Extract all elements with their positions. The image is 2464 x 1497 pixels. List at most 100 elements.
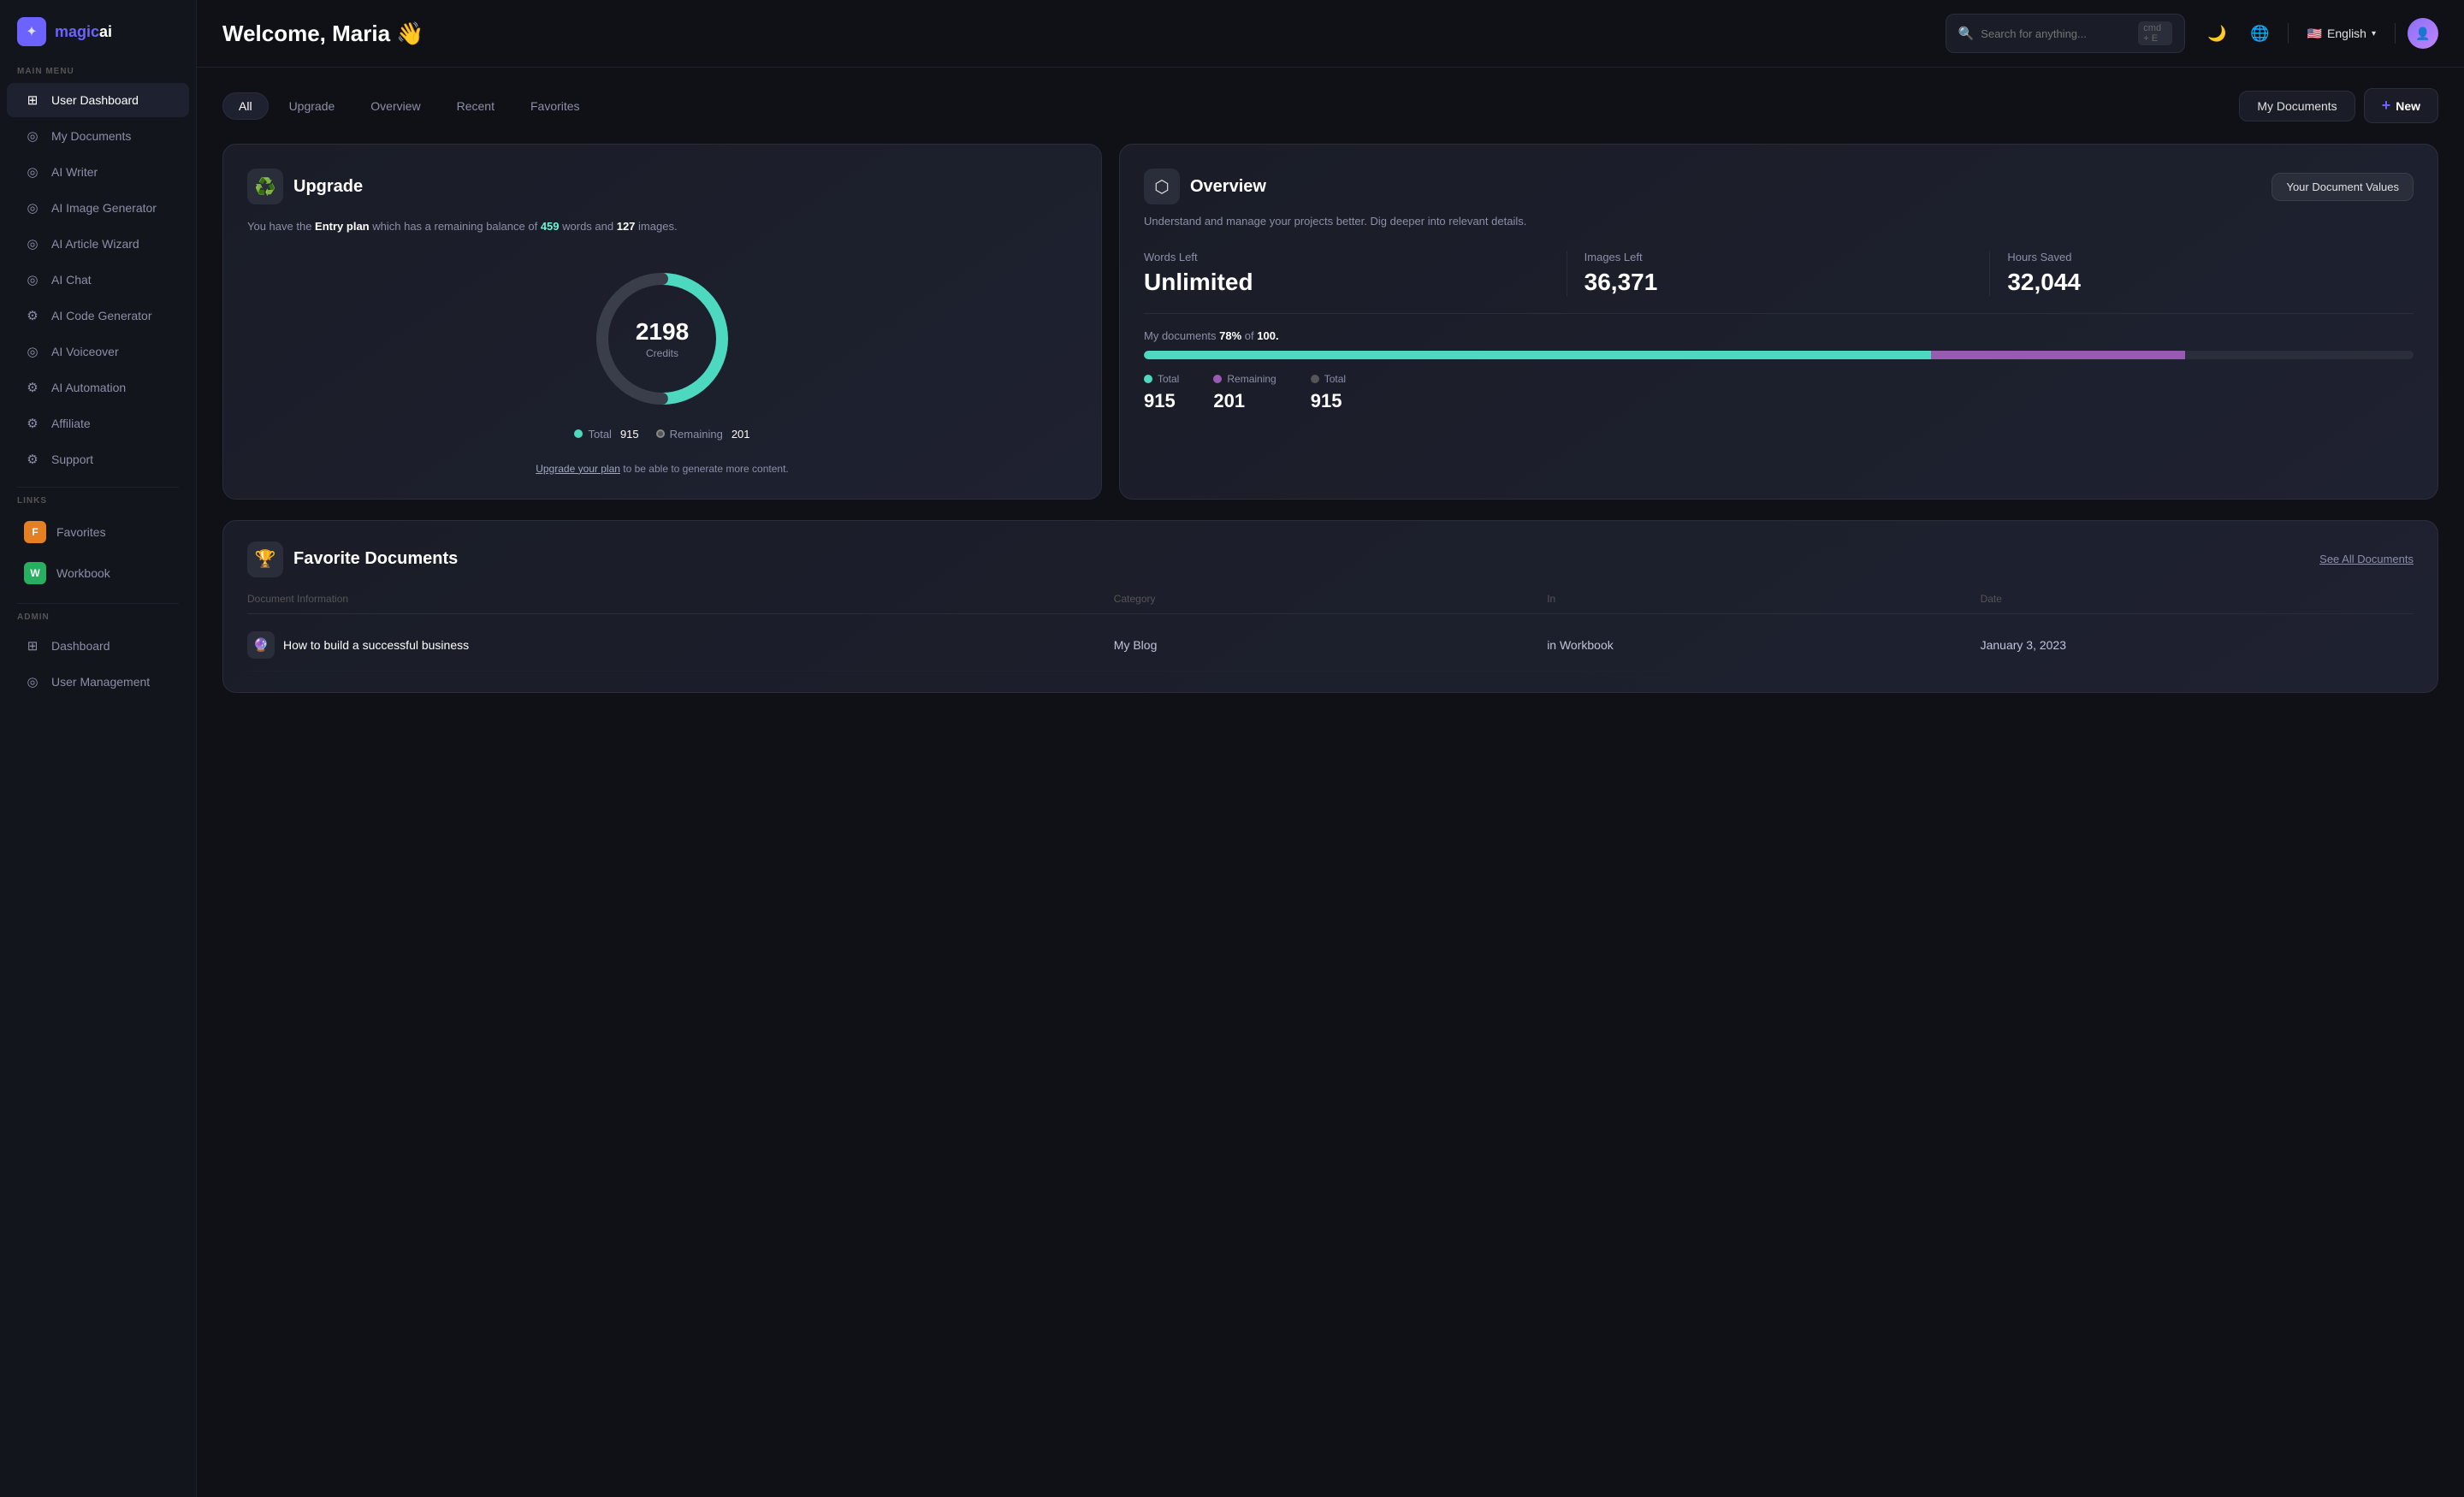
user-management-icon: ◎ xyxy=(24,673,41,690)
links-label: LINKS xyxy=(0,496,196,512)
legend-label-total-2: Total xyxy=(1311,373,1346,385)
favorites-abbr-icon: F xyxy=(24,521,46,543)
upgrade-card-header: ♻️ Upgrade xyxy=(247,169,1077,204)
wizard-icon: ◎ xyxy=(24,235,41,252)
topbar-right: 🌙 🌐 🇺🇸 English ▾ 👤 xyxy=(2202,18,2438,49)
sidebar-item-user-management[interactable]: ◎ User Management xyxy=(7,665,189,699)
admin-dashboard-icon: ⊞ xyxy=(24,637,41,654)
donut-center: 2198 Credits xyxy=(636,318,689,359)
sidebar: ✦ magicai MAIN MENU ⊞ User Dashboard ◎ M… xyxy=(0,0,197,1497)
main-menu-label: MAIN MENU xyxy=(0,67,196,83)
globe-icon-btn[interactable]: 🌐 xyxy=(2245,18,2276,49)
sidebar-item-ai-chat[interactable]: ◎ AI Chat xyxy=(7,263,189,297)
overview-subtitle: Understand and manage your projects bett… xyxy=(1144,213,2414,230)
donut-chart: 2198 Credits xyxy=(585,262,739,416)
filter-tab-favorites[interactable]: Favorites xyxy=(515,93,595,119)
sidebar-item-ai-article-wizard[interactable]: ◎ AI Article Wizard xyxy=(7,227,189,261)
images-left-label: Images Left xyxy=(1584,251,1973,263)
doc-category-cell: My Blog xyxy=(1114,638,1547,652)
upgrade-plan-link[interactable]: Upgrade your plan xyxy=(536,463,620,475)
overview-header-left: ⬡ Overview xyxy=(1144,169,1266,204)
sidebar-item-ai-automation[interactable]: ⚙ AI Automation xyxy=(7,370,189,405)
search-input[interactable] xyxy=(1981,27,2131,40)
credits-label: Credits xyxy=(636,347,689,359)
filter-tab-overview[interactable]: Overview xyxy=(355,93,435,119)
legend-item-total-2: Total 915 xyxy=(1311,373,1346,412)
col-header-category: Category xyxy=(1114,593,1547,605)
logo[interactable]: ✦ magicai xyxy=(0,17,196,67)
legend-label-remaining: Remaining xyxy=(1213,373,1276,385)
legend-value-total-2: 915 xyxy=(1311,390,1346,412)
sidebar-item-favorites[interactable]: F Favorites xyxy=(7,512,189,552)
legend-total: Total 915 xyxy=(574,428,638,441)
doc-title-cell: 🔮 How to build a successful business xyxy=(247,631,1114,659)
dark-mode-toggle[interactable]: 🌙 xyxy=(2202,18,2233,49)
sidebar-item-affiliate[interactable]: ⚙ Affiliate xyxy=(7,406,189,441)
sidebar-divider-1 xyxy=(17,487,179,488)
sidebar-item-ai-writer[interactable]: ◎ AI Writer xyxy=(7,155,189,189)
my-documents-button[interactable]: My Documents xyxy=(2239,91,2354,121)
avatar[interactable]: 👤 xyxy=(2408,18,2438,49)
stats-row: Words Left Unlimited Images Left 36,371 … xyxy=(1144,251,2414,296)
table-header: Document Information Category In Date xyxy=(247,593,2414,614)
cards-row: ♻️ Upgrade You have the Entry plan which… xyxy=(222,144,2438,500)
fav-docs-icon: 🏆 xyxy=(247,541,283,577)
legend-remaining: Remaining 201 xyxy=(656,428,750,441)
sidebar-item-dashboard[interactable]: ⊞ Dashboard xyxy=(7,629,189,663)
sidebar-item-my-documents[interactable]: ◎ My Documents xyxy=(7,119,189,153)
upgrade-plan-text: You have the Entry plan which has a rema… xyxy=(247,218,1077,236)
overview-card-title: Overview xyxy=(1190,177,1266,197)
legend-value-total-1: 915 xyxy=(1144,390,1179,412)
stat-hours-saved: Hours Saved 32,044 xyxy=(1990,251,2414,296)
stat-words-left: Words Left Unlimited xyxy=(1144,251,1567,296)
filter-tab-recent[interactable]: Recent xyxy=(441,93,510,119)
sidebar-item-ai-image-generator[interactable]: ◎ AI Image Generator xyxy=(7,191,189,225)
logo-text: magicai xyxy=(55,23,112,41)
sidebar-item-workbook[interactable]: W Workbook xyxy=(7,553,189,593)
credits-number: 2198 xyxy=(636,318,689,346)
sidebar-item-support[interactable]: ⚙ Support xyxy=(7,442,189,476)
doc-icon: 🔮 xyxy=(247,631,275,659)
logo-icon: ✦ xyxy=(17,17,46,46)
search-icon: 🔍 xyxy=(1958,26,1975,41)
new-button[interactable]: + New xyxy=(2364,88,2438,123)
words-left-value: Unlimited xyxy=(1144,269,1549,296)
legend-item-remaining: Remaining 201 xyxy=(1213,373,1276,412)
lang-label: English xyxy=(2327,27,2366,40)
doc-values-button[interactable]: Your Document Values xyxy=(2272,173,2414,201)
fav-header: 🏆 Favorite Documents See All Documents xyxy=(247,541,2414,577)
legend-value-remaining: 201 xyxy=(1213,390,1276,412)
voice-icon: ◎ xyxy=(24,343,41,360)
sidebar-item-ai-code-generator[interactable]: ⚙ AI Code Generator xyxy=(7,299,189,333)
overview-card-header: ⬡ Overview Your Document Values xyxy=(1144,169,2414,204)
topbar-divider-2 xyxy=(2395,23,2396,44)
col-header-document: Document Information xyxy=(247,593,1114,605)
search-shortcut: cmd + E xyxy=(2138,21,2171,45)
legend-dot-cyan xyxy=(1144,375,1152,383)
doc-location-cell: in Workbook xyxy=(1547,638,1980,652)
upgrade-icon: ♻️ xyxy=(247,169,283,204)
language-selector[interactable]: 🇺🇸 English ▾ xyxy=(2301,23,2383,44)
workbook-abbr-icon: W xyxy=(24,562,46,584)
main-content: Welcome, Maria 👋 🔍 cmd + E 🌙 🌐 🇺🇸 Englis… xyxy=(197,0,2464,1497)
col-header-date: Date xyxy=(1981,593,2414,605)
image-icon: ◎ xyxy=(24,199,41,216)
filter-tab-all[interactable]: All xyxy=(222,92,269,120)
sidebar-item-user-dashboard[interactable]: ⊞ User Dashboard xyxy=(7,83,189,117)
content-area: All Upgrade Overview Recent Favorites My… xyxy=(197,68,2464,1497)
favorite-documents-section: 🏆 Favorite Documents See All Documents D… xyxy=(222,520,2438,693)
fav-docs-title: Favorite Documents xyxy=(293,549,458,569)
progress-bar-purple xyxy=(1931,351,2185,359)
progress-label: My documents 78% of 100. xyxy=(1144,329,2414,342)
search-bar[interactable]: 🔍 cmd + E xyxy=(1946,14,2185,53)
upgrade-card: ♻️ Upgrade You have the Entry plan which… xyxy=(222,144,1102,500)
chevron-down-icon: ▾ xyxy=(2372,29,2376,38)
filter-bar-actions: My Documents + New xyxy=(2239,88,2438,123)
legend-dot-remaining xyxy=(656,429,665,438)
topbar: Welcome, Maria 👋 🔍 cmd + E 🌙 🌐 🇺🇸 Englis… xyxy=(197,0,2464,68)
legend-item-total-1: Total 915 xyxy=(1144,373,1179,412)
see-all-documents-link[interactable]: See All Documents xyxy=(2319,553,2414,565)
sidebar-item-ai-voiceover[interactable]: ◎ AI Voiceover xyxy=(7,334,189,369)
filter-tab-upgrade[interactable]: Upgrade xyxy=(274,93,351,119)
pen-icon: ◎ xyxy=(24,163,41,180)
